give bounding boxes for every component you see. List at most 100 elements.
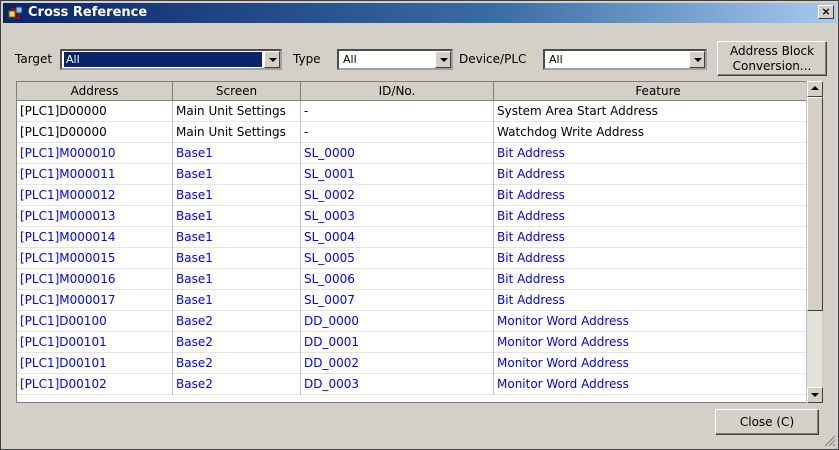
id-no-cell: SL_0005 [301, 248, 494, 269]
scroll-down-button[interactable] [807, 387, 823, 403]
table-row[interactable]: [PLC1]D00100 Base2 DD_0000 Monitor Word Add… [17, 311, 821, 332]
cross-reference-window: Cross Reference × Target All Type All De… [0, 0, 839, 450]
feature-cell: Bit Address [494, 143, 821, 164]
id-no-cell: SL_0007 [301, 290, 494, 311]
scroll-up-button[interactable] [807, 81, 823, 97]
id-no-cell: SL_0002 [301, 185, 494, 206]
id-no-cell: DD_0002 [301, 353, 494, 374]
type-label: Type [293, 52, 321, 66]
chevron-down-icon[interactable] [689, 51, 705, 68]
address-cell: [PLC1]D00000 [17, 101, 173, 122]
address-cell: [PLC1]M000012 [17, 185, 173, 206]
table-row[interactable]: [PLC1]D00102 Base2 DD_0003 Monitor Word Add… [17, 374, 821, 395]
table-header: Address Screen ID/No. Feature [17, 82, 821, 101]
screen-cell: Main Unit Settings [173, 122, 301, 143]
scroll-thumb[interactable] [807, 97, 823, 311]
window-close-button[interactable]: × [818, 5, 834, 19]
resize-grip-icon[interactable] [824, 435, 836, 447]
id-no-cell: SL_0000 [301, 143, 494, 164]
table-row[interactable]: [PLC1]M000015 Base1 SL_0005 Bit Address [17, 248, 821, 269]
column-header-address[interactable]: Address [17, 82, 173, 101]
feature-cell: Bit Address [494, 248, 821, 269]
screen-cell: Base2 [173, 374, 301, 395]
address-cell: [PLC1]M000013 [17, 206, 173, 227]
feature-cell: Monitor Word Address [494, 353, 821, 374]
address-cell: [PLC1]D00102 [17, 374, 173, 395]
feature-cell: Bit Address [494, 269, 821, 290]
screen-cell: Base1 [173, 248, 301, 269]
table-body: [PLC1]D00000 Main Unit Settings - System Ar… [17, 101, 821, 395]
target-value: All [64, 52, 262, 67]
id-no-cell: DD_0000 [301, 311, 494, 332]
address-block-conversion-button[interactable]: Address Block Conversion... [717, 41, 827, 76]
screen-cell: Base1 [173, 290, 301, 311]
id-no-cell: - [301, 122, 494, 143]
target-dropdown[interactable]: All [60, 49, 282, 70]
cross-reference-icon [8, 6, 23, 19]
device-plc-dropdown[interactable]: All [543, 49, 707, 70]
screen-cell: Base2 [173, 332, 301, 353]
table-row[interactable]: [PLC1]M000010 Base1 SL_0000 Bit Address [17, 143, 821, 164]
feature-cell: Bit Address [494, 290, 821, 311]
address-cell: [PLC1]D00101 [17, 332, 173, 353]
address-cell: [PLC1]D00101 [17, 353, 173, 374]
vertical-scrollbar[interactable] [806, 81, 823, 403]
close-button[interactable]: Close (C) [715, 409, 819, 435]
address-cell: [PLC1]M000014 [17, 227, 173, 248]
device-plc-value: All [549, 53, 563, 66]
id-no-cell: DD_0003 [301, 374, 494, 395]
feature-cell: Monitor Word Address [494, 311, 821, 332]
feature-cell: Bit Address [494, 206, 821, 227]
id-no-cell: SL_0001 [301, 164, 494, 185]
table-row[interactable]: [PLC1]M000013 Base1 SL_0003 Bit Address [17, 206, 821, 227]
id-no-cell: SL_0006 [301, 269, 494, 290]
type-dropdown[interactable]: All [337, 49, 453, 70]
screen-cell: Base2 [173, 353, 301, 374]
filter-bar: Target All Type All Device/PLC All [9, 39, 831, 79]
chevron-down-icon[interactable] [264, 51, 280, 68]
address-cell: [PLC1]M000016 [17, 269, 173, 290]
feature-cell: Bit Address [494, 164, 821, 185]
table-row[interactable]: [PLC1]D00000 Main Unit Settings - System Ar… [17, 101, 821, 122]
screen-cell: Base2 [173, 311, 301, 332]
title-bar[interactable]: Cross Reference × [3, 3, 836, 23]
device-plc-label: Device/PLC [459, 52, 527, 66]
feature-cell: Monitor Word Address [494, 374, 821, 395]
screen-cell: Main Unit Settings [173, 101, 301, 122]
table-row[interactable]: [PLC1]D00101 Base2 DD_0002 Monitor Word Add… [17, 353, 821, 374]
column-header-screen[interactable]: Screen [173, 82, 301, 101]
table-row[interactable]: [PLC1]M000016 Base1 SL_0006 Bit Address [17, 269, 821, 290]
column-header-feature[interactable]: Feature [494, 82, 821, 101]
column-header-id-no[interactable]: ID/No. [301, 82, 494, 101]
screen-cell: Base1 [173, 269, 301, 290]
feature-cell: Bit Address [494, 185, 821, 206]
address-cell: [PLC1]M000010 [17, 143, 173, 164]
table-row[interactable]: [PLC1]M000017 Base1 SL_0007 Bit Address [17, 290, 821, 311]
address-cell: [PLC1]M000015 [17, 248, 173, 269]
id-no-cell: SL_0003 [301, 206, 494, 227]
cross-reference-table: Address Screen ID/No. Feature [PLC1]D000… [16, 81, 822, 403]
address-cell: [PLC1]M000017 [17, 290, 173, 311]
id-no-cell: - [301, 101, 494, 122]
address-cell: [PLC1]D00100 [17, 311, 173, 332]
screen-cell: Base1 [173, 227, 301, 248]
table-row[interactable]: [PLC1]M000014 Base1 SL_0004 Bit Address [17, 227, 821, 248]
target-label: Target [15, 52, 53, 66]
table-row[interactable]: [PLC1]M000012 Base1 SL_0002 Bit Address [17, 185, 821, 206]
screen-cell: Base1 [173, 185, 301, 206]
chevron-down-icon[interactable] [435, 51, 451, 68]
window-title: Cross Reference [28, 5, 148, 20]
address-cell: [PLC1]M000011 [17, 164, 173, 185]
table-row[interactable]: [PLC1]M000011 Base1 SL_0001 Bit Address [17, 164, 821, 185]
address-cell: [PLC1]D00000 [17, 122, 173, 143]
feature-cell: Watchdog Write Address [494, 122, 821, 143]
table-row[interactable]: [PLC1]D00000 Main Unit Settings - Watchdog … [17, 122, 821, 143]
feature-cell: Monitor Word Address [494, 332, 821, 353]
id-no-cell: SL_0004 [301, 227, 494, 248]
screen-cell: Base1 [173, 164, 301, 185]
feature-cell: Bit Address [494, 227, 821, 248]
table-row[interactable]: [PLC1]D00101 Base2 DD_0001 Monitor Word Add… [17, 332, 821, 353]
type-value: All [343, 53, 357, 66]
screen-cell: Base1 [173, 206, 301, 227]
feature-cell: System Area Start Address [494, 101, 821, 122]
